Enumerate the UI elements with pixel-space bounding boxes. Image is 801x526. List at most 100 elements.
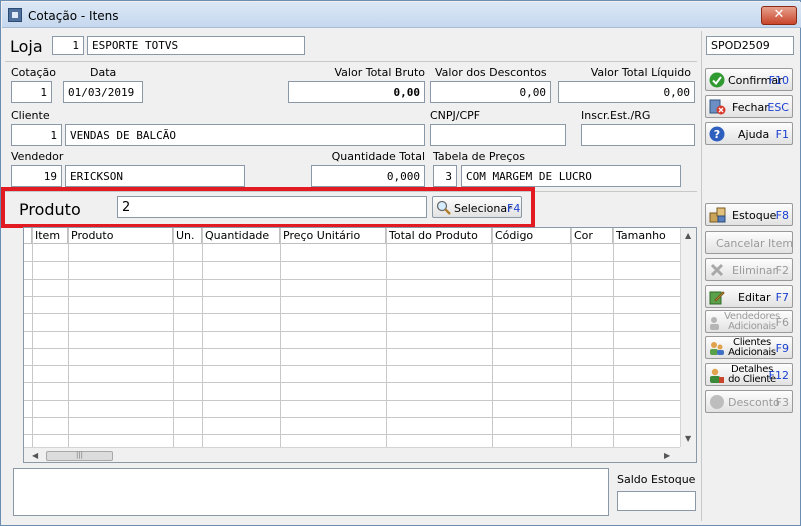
- cotacao-field[interactable]: 1: [11, 81, 52, 103]
- data-field[interactable]: 01/03/2019: [63, 81, 143, 103]
- col-header-total-produto[interactable]: Total do Produto: [386, 228, 492, 244]
- grid-row-line: [24, 279, 680, 280]
- help-icon: ?: [709, 126, 725, 142]
- inscr-field[interactable]: [581, 124, 695, 146]
- title-bar: Cotação - Itens ✕: [2, 2, 801, 28]
- fechar-key: ESC: [767, 101, 789, 114]
- desconto-key: F3: [775, 396, 789, 409]
- cnpj-field[interactable]: [430, 124, 566, 146]
- desconto-button[interactable]: Desconto F3: [705, 390, 793, 413]
- cliente-code-field[interactable]: 1: [11, 124, 62, 146]
- cancelar-item-label: Cancelar Item: [716, 237, 794, 250]
- data-label: Data: [90, 66, 117, 79]
- clientes-label-line2: Adicionais: [728, 347, 776, 358]
- close-button[interactable]: ✕: [761, 6, 797, 25]
- cancelar-item-button[interactable]: Cancelar Item: [705, 231, 793, 254]
- clientes-key: F9: [775, 342, 789, 355]
- confirmar-button[interactable]: Confirmar F10: [705, 68, 793, 91]
- grid-column-line: [280, 228, 281, 447]
- col-header-un[interactable]: Un.: [173, 228, 202, 244]
- qtd-total-field: 0,000: [311, 165, 425, 187]
- horizontal-scrollbar[interactable]: ◀ ||| ▶: [24, 447, 680, 462]
- scroll-down-icon[interactable]: ▼: [685, 434, 691, 443]
- users-icon: [710, 317, 719, 330]
- descontos-field: 0,00: [430, 81, 551, 103]
- vendedor-code-field[interactable]: 19: [11, 165, 62, 187]
- grid-row-line: [24, 331, 680, 332]
- grid-row-indicator-header: [24, 228, 32, 244]
- grid-header: Item Produto Un. Quantidade Preço Unitár…: [24, 228, 680, 244]
- vendedor-name-field[interactable]: ERICKSON: [65, 165, 245, 187]
- clientes-label: Clientes Adicionais: [724, 338, 780, 358]
- vendedores-label: Vendedores Adicionais: [724, 312, 780, 332]
- vendedores-key: F6: [775, 316, 789, 329]
- cotacao-label: Cotação: [11, 66, 56, 79]
- vendedor-label: Vendedor: [11, 150, 64, 163]
- grid-row-line: [24, 261, 680, 262]
- ajuda-button[interactable]: ? Ajuda F1: [705, 122, 793, 145]
- scroll-up-icon[interactable]: ▲: [685, 231, 691, 240]
- tabela-code-field[interactable]: 3: [433, 165, 457, 187]
- detalhes-cliente-button[interactable]: Detalhes do Cliente F12: [705, 363, 793, 386]
- valor-liquido-field: 0,00: [558, 81, 695, 103]
- station-id-field: SPOD2509: [706, 36, 794, 55]
- col-header-codigo[interactable]: Código: [492, 228, 571, 244]
- discount-icon: [710, 395, 724, 409]
- grid-row-line: [24, 296, 680, 297]
- users-icon: [710, 342, 724, 355]
- eliminar-label: Eliminar: [732, 264, 778, 277]
- observacao-textarea[interactable]: [13, 468, 609, 516]
- grid-row-line: [24, 400, 680, 401]
- horizontal-scroll-thumb[interactable]: |||: [46, 451, 113, 461]
- valor-bruto-label: Valor Total Bruto: [334, 66, 426, 79]
- col-header-cor[interactable]: Cor: [571, 228, 613, 244]
- close-door-icon: [709, 99, 726, 115]
- items-grid[interactable]: Item Produto Un. Quantidade Preço Unitár…: [23, 227, 697, 463]
- grid-row-line: [24, 434, 680, 435]
- grid-row-line: [24, 313, 680, 314]
- loja-name-field[interactable]: ESPORTE TOTVS: [87, 36, 305, 55]
- scroll-right-icon[interactable]: ▶: [664, 451, 670, 460]
- tabela-label: Tabela de Preços: [433, 150, 525, 163]
- side-divider: [701, 31, 702, 521]
- detalhes-key: F12: [768, 369, 789, 382]
- eliminar-button[interactable]: Eliminar F2: [705, 258, 793, 281]
- fechar-label: Fechar: [732, 101, 769, 114]
- qtd-total-label: Quantidade Total: [331, 150, 425, 163]
- eliminar-key: F2: [775, 264, 789, 277]
- confirmar-key: F10: [768, 74, 789, 87]
- fechar-button[interactable]: Fechar ESC: [705, 95, 793, 118]
- editar-key: F7: [775, 291, 789, 304]
- loja-code-field[interactable]: 1: [52, 36, 84, 55]
- cliente-name-field[interactable]: VENDAS DE BALCÃO: [65, 124, 425, 146]
- estoque-button[interactable]: Estoque F8: [705, 203, 793, 226]
- grid-row-line: [24, 382, 680, 383]
- grid-row-line: [24, 417, 680, 418]
- highlight-box: [1, 187, 535, 228]
- grid-column-line: [32, 228, 33, 447]
- ajuda-label: Ajuda: [738, 128, 770, 141]
- clientes-adicionais-button[interactable]: Clientes Adicionais F9: [705, 336, 793, 359]
- vendedores-adicionais-button[interactable]: Vendedores Adicionais F6: [705, 310, 793, 333]
- col-header-preco-unitario[interactable]: Preço Unitário: [280, 228, 386, 244]
- ajuda-key: F1: [775, 128, 789, 141]
- scroll-left-icon[interactable]: ◀: [32, 451, 38, 460]
- grid-column-line: [492, 228, 493, 447]
- divider: [5, 61, 697, 62]
- check-icon: [709, 72, 725, 88]
- grid-column-line: [613, 228, 614, 447]
- editar-button[interactable]: Editar F7: [705, 285, 793, 308]
- vertical-scrollbar[interactable]: ▲ ▼: [680, 228, 696, 447]
- app-icon: [8, 8, 22, 22]
- col-header-produto[interactable]: Produto: [68, 228, 173, 244]
- vendedores-label-line2: Adicionais: [728, 321, 776, 332]
- col-header-tamanho[interactable]: Tamanho: [613, 228, 680, 244]
- col-header-quantidade[interactable]: Quantidade: [202, 228, 280, 244]
- scroll-corner: [680, 447, 696, 462]
- tabela-name-field[interactable]: COM MARGEM DE LUCRO: [461, 165, 681, 187]
- editar-label: Editar: [738, 291, 771, 304]
- col-header-item[interactable]: Item: [32, 228, 68, 244]
- user-details-icon: [710, 368, 724, 383]
- boxes-icon: [709, 207, 726, 223]
- delete-x-icon: [710, 263, 724, 277]
